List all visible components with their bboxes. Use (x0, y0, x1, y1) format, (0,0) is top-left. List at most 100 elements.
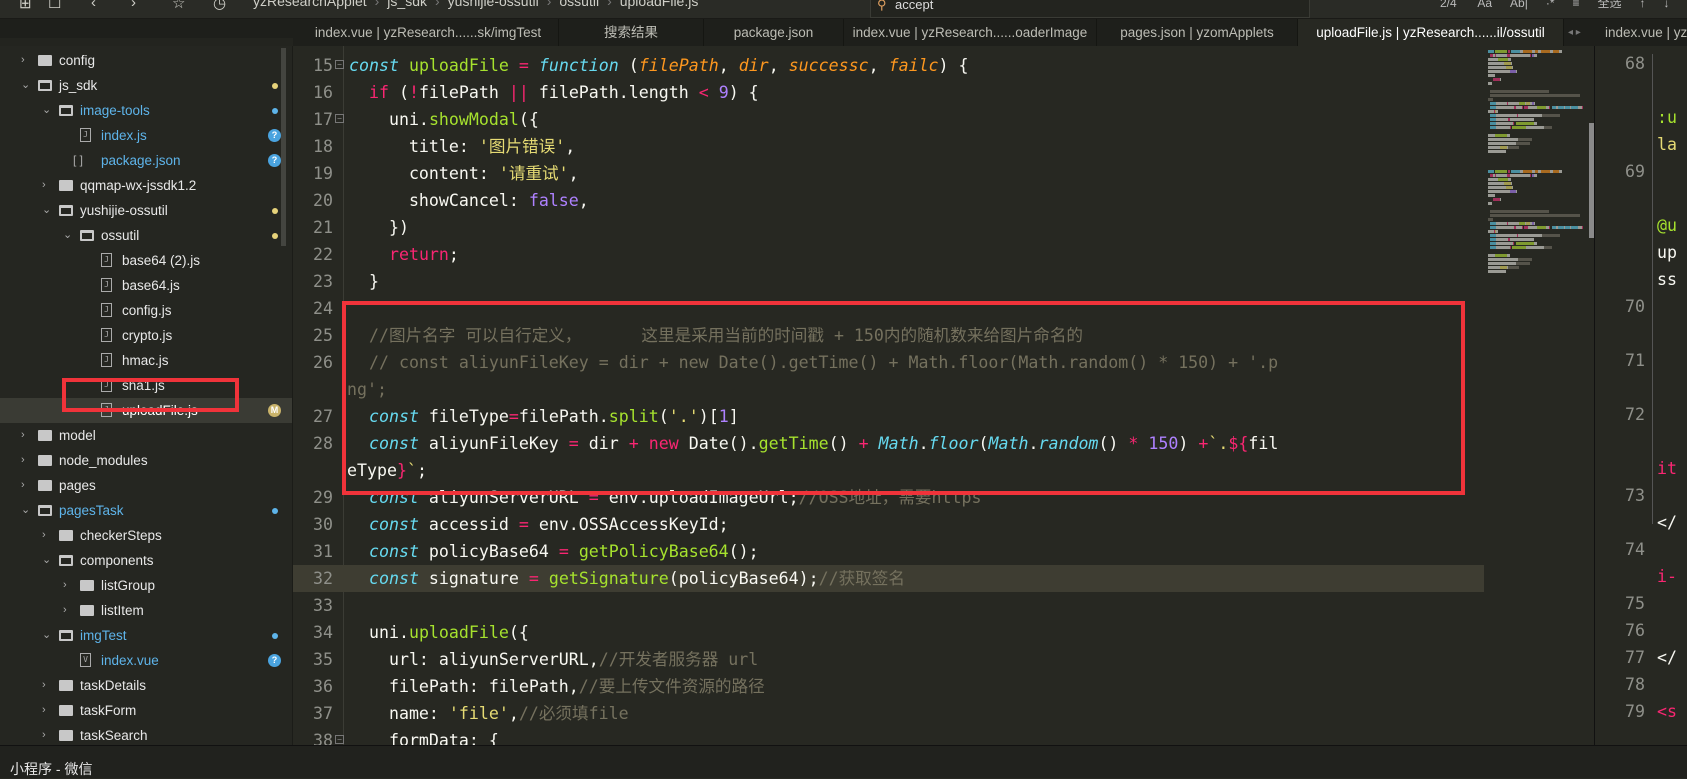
code-line[interactable]: 15− const uploadFile = function (filePath… (293, 52, 1488, 79)
find-option-button[interactable]: ↑ (1640, 0, 1646, 10)
tree-item[interactable]: Jbase64 (2).js (0, 248, 292, 273)
chevron-right-icon[interactable]: › (21, 423, 25, 448)
tree-item[interactable]: › listGroup (0, 573, 292, 598)
tree-item[interactable]: [ ] package.json? (0, 148, 292, 173)
tree-item[interactable]: JuploadFile.js M (0, 398, 292, 423)
chevron-right-icon[interactable]: › (21, 448, 25, 473)
tree-item[interactable]: ⌄ js_sdk (0, 73, 292, 98)
tree-item[interactable]: Jindex.js? (0, 123, 292, 148)
tree-item[interactable]: ⌄ components (0, 548, 292, 573)
code-line-wrap[interactable]: eType}`; (293, 457, 1488, 484)
tree-item[interactable]: Vindex.vue? (0, 648, 292, 673)
code-line[interactable]: 23 } (293, 268, 1488, 295)
code-line-wrap[interactable]: ng'; (293, 376, 1488, 403)
tree-item[interactable]: Jconfig.js (0, 298, 292, 323)
breadcrumb-item[interactable]: js_sdk (387, 0, 427, 9)
chevron-down-icon[interactable]: ⌄ (42, 98, 51, 123)
tree-item[interactable]: Jhmac.js (0, 348, 292, 373)
chevron-down-icon[interactable]: ⌄ (42, 548, 51, 573)
code-line[interactable]: 30 const accessid = env.OSSAccessKeyId; (293, 511, 1488, 538)
fold-icon[interactable]: − (335, 735, 344, 744)
breadcrumb-item[interactable]: uploadFile.js (620, 0, 699, 9)
search-input[interactable]: accept (895, 0, 933, 12)
chevron-right-icon[interactable]: › (21, 473, 25, 498)
find-option-button[interactable]: ≡ (1573, 0, 1580, 10)
code-line[interactable]: 31 const policyBase64 = getPolicyBase64(… (293, 538, 1488, 565)
code-line[interactable]: 35 url: aliyunServerURL,//开发者服务器 url (293, 646, 1488, 673)
tab-scroll-arrows[interactable]: ◂ ▸ (1568, 19, 1581, 46)
code-line[interactable]: 32 const signature = getSignature(policy… (293, 565, 1488, 592)
code-line[interactable]: 24 (293, 295, 1488, 322)
chevron-right-icon[interactable]: › (63, 573, 67, 598)
find-bar[interactable]: ⚲ accept (870, 0, 1310, 18)
code-line[interactable]: 21 }) (293, 214, 1488, 241)
forward-icon[interactable]: › (131, 0, 136, 11)
tab-0[interactable]: index.vue | yzResearch......sk/imgTest (298, 19, 559, 46)
find-option-button[interactable]: ↓ (1664, 0, 1670, 10)
tab-5[interactable]: uploadFile.js | yzResearch......il/ossut… (1298, 19, 1564, 46)
chevron-down-icon[interactable]: ⌄ (42, 623, 51, 648)
code-line[interactable]: 34 uni.uploadFile({ (293, 619, 1488, 646)
window-icon[interactable]: ☐ (48, 0, 61, 12)
new-file-icon[interactable]: ⊞ (19, 0, 32, 12)
tree-item[interactable]: ⌄ ossutil (0, 223, 292, 248)
code-line[interactable]: 17− uni.showModal({ (293, 106, 1488, 133)
chevron-right-icon[interactable]: › (63, 598, 67, 623)
bookmark-icon[interactable]: ☆ (172, 0, 185, 12)
fold-icon[interactable]: − (335, 114, 344, 123)
minimap[interactable] (1484, 46, 1589, 745)
tree-item[interactable]: › qqmap-wx-jssdk1.2 (0, 173, 292, 198)
chevron-right-icon[interactable]: › (42, 673, 46, 698)
tree-item[interactable]: ⌄ yushijie-ossutil (0, 198, 292, 223)
code-editor[interactable]: 15− const uploadFile = function (filePath… (293, 46, 1594, 745)
tree-item[interactable]: › node_modules (0, 448, 292, 473)
breadcrumb-item[interactable]: yzResearchApplet (253, 0, 367, 9)
tree-item[interactable]: ⌄ image-tools (0, 98, 292, 123)
tree-item[interactable]: › listItem (0, 598, 292, 623)
tree-item[interactable]: Jbase64.js (0, 273, 292, 298)
chevron-right-icon[interactable]: › (21, 48, 25, 73)
tree-item[interactable]: › taskSearch (0, 723, 292, 745)
find-option-button[interactable]: Aa (1477, 0, 1492, 10)
tree-item[interactable]: › checkerSteps (0, 523, 292, 548)
right-editor-pane[interactable]: 68 69 70 71 72 73 74 75 76 77 78 79:u la @u up ss it </ i-… (1595, 46, 1687, 745)
code-line[interactable]: 37 name: 'file',//必须填file (293, 700, 1488, 727)
fold-icon[interactable]: − (335, 60, 344, 69)
chevron-right-icon[interactable]: › (42, 523, 46, 548)
tab-2[interactable]: package.json (704, 19, 844, 46)
find-option-button[interactable]: ·* (1546, 0, 1555, 10)
tree-item[interactable]: › taskForm (0, 698, 292, 723)
chevron-right-icon[interactable]: › (42, 173, 46, 198)
code-line[interactable]: 29 const aliyunServerURL = env.uploadIma… (293, 484, 1488, 511)
tab-3[interactable]: index.vue | yzResearch......oaderImage (844, 19, 1097, 46)
tab-right-pane[interactable]: index.vue | yzResearch (1597, 19, 1687, 46)
run-icon[interactable]: ◷ (213, 0, 226, 12)
code-line[interactable]: 36 filePath: filePath,//要上传文件资源的路径 (293, 673, 1488, 700)
tree-item[interactable]: Jcrypto.js (0, 323, 292, 348)
code-line[interactable]: 20 showCancel: false, (293, 187, 1488, 214)
chevron-right-icon[interactable]: › (42, 723, 46, 745)
tree-item[interactable]: ⌄ imgTest (0, 623, 292, 648)
tab-1[interactable]: 搜索结果 (559, 19, 704, 46)
code-line[interactable]: 25 //图片名字 可以自行定义， 这里是采用当前的时间戳 + 150内的随机数… (293, 322, 1488, 349)
code-line[interactable]: 27 const fileType=filePath.split('.')[1] (293, 403, 1488, 430)
chevron-down-icon[interactable]: ⌄ (63, 223, 72, 248)
breadcrumb-item[interactable]: yushijie-ossutil (448, 0, 539, 9)
tab-4[interactable]: pages.json | yzomApplets (1097, 19, 1298, 46)
code-line[interactable]: 19 content: '请重试', (293, 160, 1488, 187)
tree-item[interactable]: › pages (0, 473, 292, 498)
code-line[interactable]: 28 const aliyunFileKey = dir + new Date(… (293, 430, 1488, 457)
chevron-down-icon[interactable]: ⌄ (42, 198, 51, 223)
find-option-button[interactable]: Ab| (1510, 0, 1528, 10)
chevron-down-icon[interactable]: ⌄ (21, 498, 30, 523)
tree-item[interactable]: › taskDetails (0, 673, 292, 698)
code-line[interactable]: 22 return; (293, 241, 1488, 268)
code-line[interactable]: 33 (293, 592, 1488, 619)
chevron-down-icon[interactable]: ⌄ (21, 73, 30, 98)
find-option-button[interactable]: 全选 (1598, 0, 1622, 10)
code-line[interactable]: 16 if (!filePath || filePath.length < 9)… (293, 79, 1488, 106)
code-line[interactable]: 38− formData: { (293, 727, 1488, 745)
breadcrumb-item[interactable]: ossutil (559, 0, 599, 9)
tree-item[interactable]: › config (0, 48, 292, 73)
tree-item[interactable]: ⌄ pagesTask (0, 498, 292, 523)
